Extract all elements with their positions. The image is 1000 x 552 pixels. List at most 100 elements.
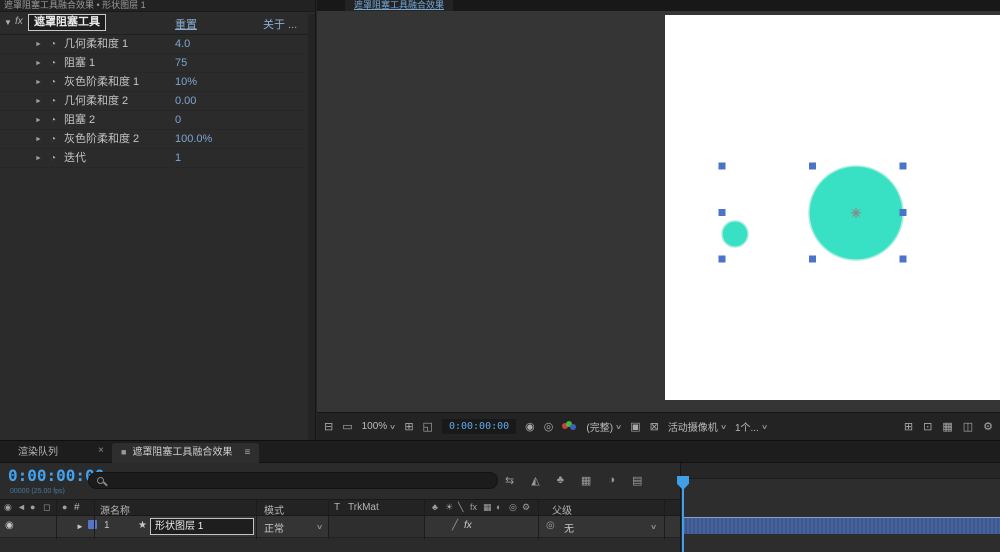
hide-shy-layers-icon[interactable]: ♣ (557, 474, 564, 487)
pixel-aspect-icon[interactable]: ⊞ (904, 420, 913, 433)
property-value[interactable]: 75 (175, 54, 187, 73)
show-snapshot-icon[interactable]: ◎ (544, 420, 554, 433)
effect-property-row[interactable]: ► ◔ 阻塞 2 0 (0, 111, 315, 130)
shape-circle[interactable] (722, 221, 748, 247)
view-layout-select[interactable]: 1个... ∨ (735, 419, 767, 434)
selection-handle[interactable] (809, 163, 816, 170)
effect-property-row[interactable]: ► ◔ 灰色阶柔和度 2 100.0% (0, 130, 315, 149)
shy-switch-icon[interactable]: ♣ (432, 502, 438, 512)
snapshot-icon[interactable]: ◉ (525, 420, 535, 433)
tab-composition[interactable]: ■遮罩阻塞工具融合效果≡ (112, 443, 259, 463)
expand-arrow-icon[interactable]: ► (35, 111, 42, 130)
timeline-button-icon[interactable]: ▦ (942, 420, 952, 433)
reset-link[interactable]: 重置 (175, 16, 197, 32)
stopwatch-icon[interactable]: ◔ (50, 111, 56, 130)
resolution-select[interactable]: (完整) ∨ (586, 419, 621, 434)
fast-previews-icon[interactable]: ⊡ (923, 420, 932, 433)
effect-property-row[interactable]: ► ◔ 几何柔和度 1 4.0 (0, 35, 315, 54)
exposure-icon[interactable]: ⚙ (983, 420, 993, 433)
quality-switch-icon[interactable]: ╲ (458, 502, 463, 513)
collapse-triangle-icon[interactable]: ▼ (4, 18, 12, 27)
stopwatch-icon[interactable]: ◔ (50, 73, 56, 92)
composition-tab[interactable]: 遮罩阻塞工具融合效果 (345, 0, 453, 11)
adjustment-switch-icon[interactable]: ◎ (509, 502, 517, 513)
layer-duration-bar[interactable] (683, 517, 1000, 534)
layer-search-box[interactable] (88, 472, 498, 489)
selection-handle[interactable] (900, 209, 907, 216)
effect-name-field[interactable]: 遮罩阻塞工具 (28, 14, 106, 31)
property-value[interactable]: 100.0% (175, 130, 212, 149)
flowchart-icon[interactable]: ◫ (963, 420, 973, 433)
expand-arrow-icon[interactable]: ► (35, 130, 42, 149)
property-value[interactable]: 0.00 (175, 92, 196, 111)
anchor-point-icon[interactable] (851, 208, 861, 218)
search-input[interactable] (111, 474, 491, 487)
layer-row[interactable]: ◉ ► 1 ★ 形状图层 1 正常 ∨ ╱ fx ◎ 无 ∨ (0, 516, 680, 538)
layer-eye-icon[interactable]: ◉ (5, 520, 14, 531)
panel-menu-icon[interactable]: ≡ (244, 447, 250, 458)
expand-arrow-icon[interactable]: ► (35, 149, 42, 168)
about-link[interactable]: 关于 ... (263, 16, 297, 32)
transparency-grid-icon[interactable]: ⊠ (650, 420, 659, 433)
frame-blend-switch-icon[interactable]: ▦ (483, 502, 492, 513)
property-value[interactable]: 4.0 (175, 35, 190, 54)
grid-options-icon[interactable]: ⊞ (404, 420, 413, 433)
property-value[interactable]: 1 (175, 149, 181, 168)
expand-arrow-icon[interactable]: ► (35, 73, 42, 92)
layer-quality-icon[interactable]: ╱ (452, 520, 458, 531)
preview-timecode[interactable]: 0:00:00:00 (442, 419, 516, 434)
camera-view-select[interactable]: 活动摄像机 ∨ (668, 419, 726, 434)
effect-property-row[interactable]: ► ◔ 灰色阶柔和度 1 10% (0, 73, 315, 92)
expand-arrow-icon[interactable]: ► (35, 35, 42, 54)
tab-render-queue[interactable]: 渲染队列 (6, 444, 70, 463)
trkmat-column-header[interactable]: TrkMat (348, 502, 379, 513)
selection-handle[interactable] (719, 209, 726, 216)
effect-property-row[interactable]: ► ◔ 几何柔和度 2 0.00 (0, 92, 315, 111)
channels-icon[interactable] (562, 421, 577, 432)
always-preview-icon[interactable]: ⊟ (324, 420, 333, 433)
collapse-switch-icon[interactable]: ☀ (445, 502, 453, 513)
layer-label-chip[interactable] (88, 520, 97, 529)
selection-handle[interactable] (719, 163, 726, 170)
motion-blur-switch-icon[interactable]: ◐ (496, 502, 501, 512)
draft-3d-icon[interactable]: ◭ (531, 474, 539, 487)
t-column-header[interactable]: T (334, 502, 340, 513)
stopwatch-icon[interactable]: ◔ (50, 92, 56, 111)
composition-canvas[interactable] (665, 15, 1000, 400)
selection-handle[interactable] (900, 256, 907, 263)
scrollbar-track[interactable] (308, 14, 315, 440)
parent-column-header[interactable]: 父级 (552, 502, 572, 517)
time-ruler[interactable] (681, 463, 1000, 479)
layer-expand-icon[interactable]: ► (76, 522, 84, 531)
frame-blend-icon[interactable]: ▦ (581, 474, 591, 487)
graph-editor-icon[interactable]: ▤ (632, 474, 642, 487)
source-name-column-header[interactable]: 源名称 (100, 502, 130, 517)
layer-fx-icon[interactable]: fx (464, 520, 472, 531)
motion-blur-icon[interactable]: ◑ (608, 474, 615, 487)
stopwatch-icon[interactable]: ◔ (50, 149, 56, 168)
zoom-select[interactable]: 100% ∨ (362, 421, 396, 432)
parent-select[interactable]: 无 (564, 520, 574, 535)
property-value[interactable]: 0 (175, 111, 181, 130)
mode-column-header[interactable]: 模式 (264, 502, 284, 517)
close-icon[interactable]: × (98, 445, 104, 456)
effect-property-row[interactable]: ► ◔ 迭代 1 (0, 149, 315, 168)
expand-arrow-icon[interactable]: ► (35, 92, 42, 111)
stopwatch-icon[interactable]: ◔ (50, 54, 56, 73)
label-column-icon[interactable]: ● (62, 502, 67, 512)
effect-property-row[interactable]: ► ◔ 阻塞 1 75 (0, 54, 315, 73)
selection-handle[interactable] (719, 256, 726, 263)
selection-handle[interactable] (900, 163, 907, 170)
mini-flowchart-icon[interactable]: ⇆ (505, 474, 514, 487)
eye-column-icon[interactable]: ◉ (4, 502, 12, 513)
trkmat-cell[interactable] (329, 516, 424, 537)
region-of-interest-icon[interactable]: ▣ (630, 420, 640, 433)
expand-arrow-icon[interactable]: ► (35, 54, 42, 73)
layer-mode-select[interactable]: 正常 (264, 520, 284, 535)
stopwatch-icon[interactable]: ◔ (50, 35, 56, 54)
audio-column-icon[interactable]: ◄ (17, 502, 26, 512)
parent-pickwhip-icon[interactable]: ◎ (546, 520, 555, 531)
3d-switch-icon[interactable]: ⚙ (522, 502, 530, 513)
lock-column-icon[interactable]: ◻ (43, 502, 50, 513)
layer-name-field[interactable]: 形状图层 1 (150, 518, 254, 535)
